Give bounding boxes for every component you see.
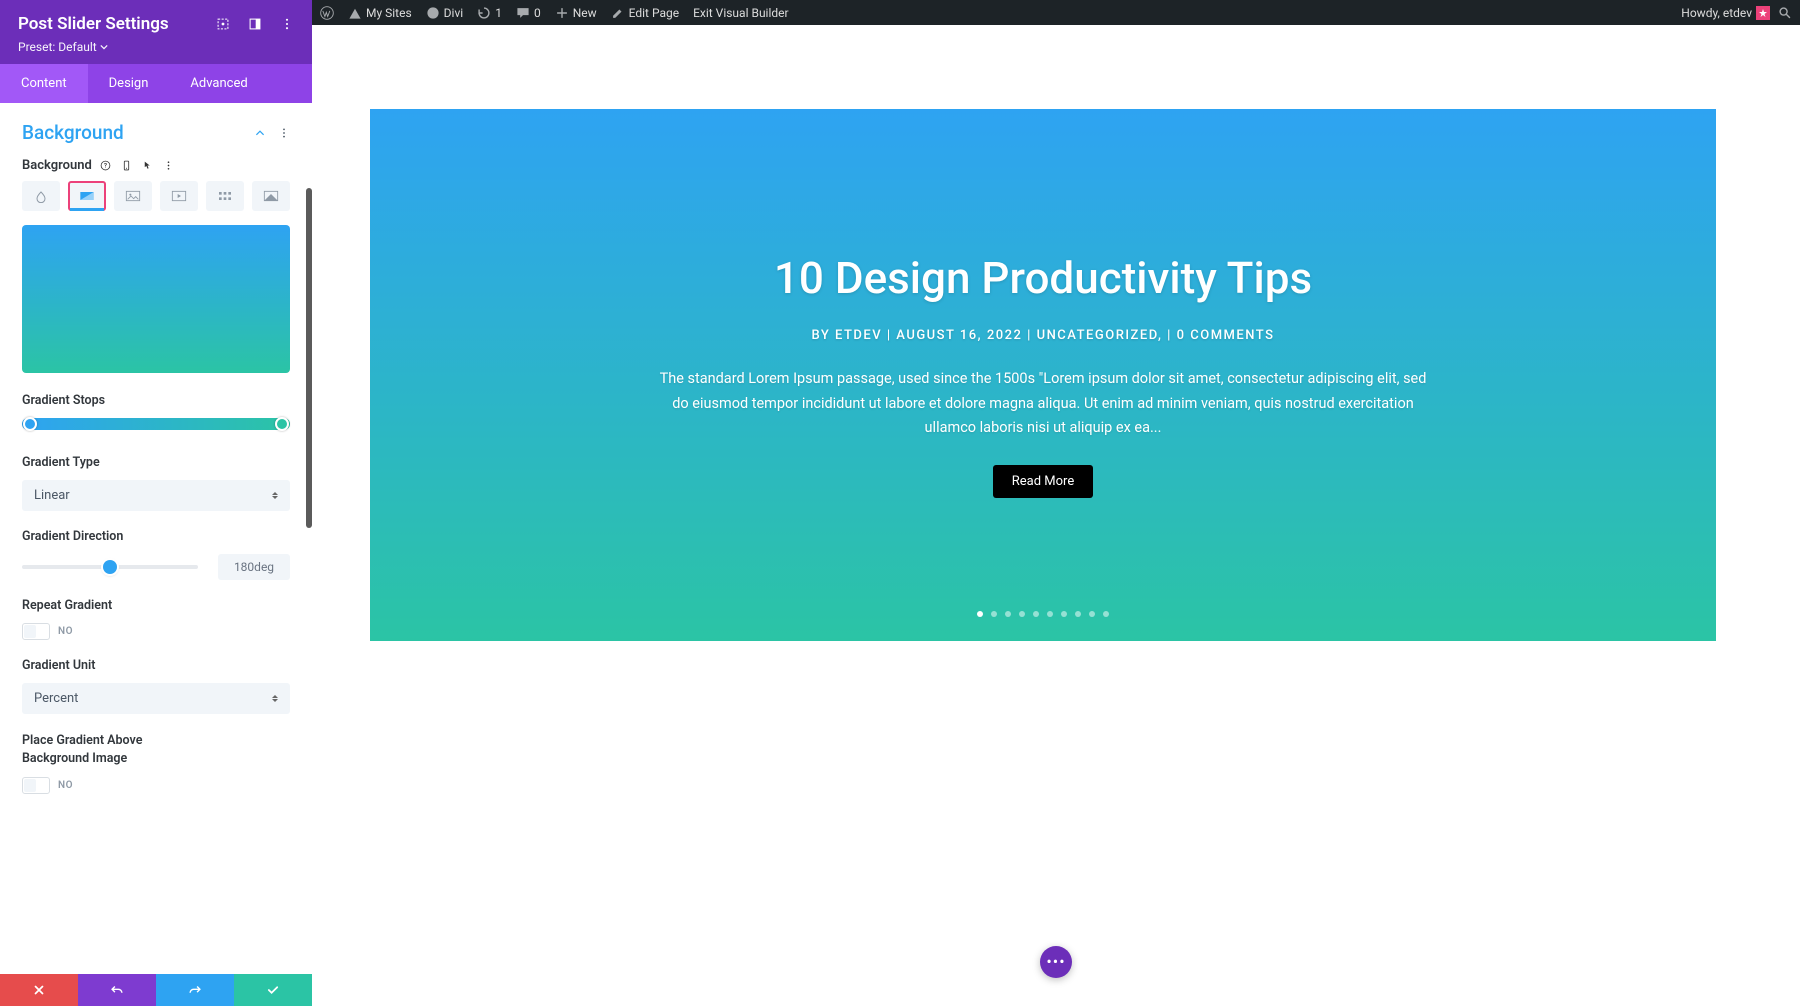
sidebar-header: Post Slider Settings Preset: Default (0, 0, 312, 64)
slider-dot[interactable] (1075, 611, 1081, 617)
range-thumb[interactable] (103, 560, 117, 574)
chevron-down-icon (100, 43, 108, 51)
slider-dot[interactable] (991, 611, 997, 617)
gradient-direction-slider[interactable] (22, 565, 198, 569)
builder-fab[interactable]: ••• (1040, 946, 1072, 978)
kebab-menu-icon[interactable] (280, 17, 294, 31)
hover-icon[interactable] (142, 160, 153, 171)
gradient-direction-value[interactable]: 180deg (218, 554, 290, 580)
canvas: 10 Design Productivity Tips BY ETDEV | A… (312, 25, 1800, 1006)
section-title-background[interactable]: Background (22, 121, 124, 144)
slider-dot[interactable] (1033, 611, 1039, 617)
repeat-gradient-label: Repeat Gradient (22, 598, 290, 613)
gradient-unit-select[interactable]: Percent (22, 683, 290, 714)
ellipsis-icon: ••• (1046, 954, 1065, 970)
kebab-menu-icon[interactable] (278, 127, 290, 139)
wp-logo[interactable] (320, 6, 334, 20)
divi-link[interactable]: Divi (426, 6, 464, 20)
help-icon[interactable]: ? (100, 160, 111, 171)
preset-selector[interactable]: Preset: Default (18, 40, 294, 54)
redo-button[interactable] (156, 974, 234, 1006)
slider-dot[interactable] (1089, 611, 1095, 617)
comments-link[interactable]: 0 (516, 6, 541, 20)
target-icon[interactable] (216, 17, 230, 31)
undo-button[interactable] (78, 974, 156, 1006)
gradient-direction-label: Gradient Direction (22, 529, 290, 544)
bg-tab-video[interactable] (160, 181, 198, 211)
phone-icon[interactable] (121, 160, 132, 171)
kebab-menu-icon[interactable] (163, 160, 174, 171)
slider-dot[interactable] (977, 611, 983, 617)
howdy-user[interactable]: Howdy, etdev (1681, 6, 1770, 20)
user-avatar-icon (1756, 6, 1770, 20)
bg-tab-color[interactable] (22, 181, 60, 211)
my-sites-link[interactable]: My Sites (348, 6, 412, 20)
edit-page-link[interactable]: Edit Page (611, 6, 679, 20)
background-field-label: Background ? (22, 158, 290, 173)
wp-admin-bar: My Sites Divi 1 0 New Edit Page Exit Vis… (312, 0, 1800, 25)
background-type-tabs (22, 181, 290, 211)
select-caret-icon (272, 695, 278, 702)
slider-dot[interactable] (1005, 611, 1011, 617)
svg-text:?: ? (104, 163, 107, 170)
revisions-link[interactable]: 1 (477, 6, 502, 20)
bg-tab-image[interactable] (114, 181, 152, 211)
gradient-stop-handle-start[interactable] (23, 417, 37, 431)
bg-tab-gradient[interactable] (68, 181, 106, 211)
cancel-button[interactable] (0, 974, 78, 1006)
sidebar-footer (0, 974, 312, 1006)
gradient-stop-handle-end[interactable] (275, 417, 289, 431)
read-more-button[interactable]: Read More (993, 465, 1093, 498)
slider-dot[interactable] (1103, 611, 1109, 617)
settings-tabs: Content Design Advanced (0, 64, 312, 103)
bg-tab-pattern[interactable] (206, 181, 244, 211)
gradient-type-label: Gradient Type (22, 455, 290, 470)
place-above-label: Place Gradient Above Background Image (22, 732, 172, 767)
dock-icon[interactable] (248, 17, 262, 31)
gradient-type-select[interactable]: Linear (22, 480, 290, 511)
slide-body: The standard Lorem Ipsum passage, used s… (653, 367, 1433, 441)
gradient-stops-label: Gradient Stops (22, 393, 290, 408)
bg-tab-mask[interactable] (252, 181, 290, 211)
gradient-unit-label: Gradient Unit (22, 658, 290, 673)
panel-body: Background Background ? Gradient (0, 103, 312, 974)
slider-dots (977, 611, 1109, 617)
save-button[interactable] (234, 974, 312, 1006)
gradient-preview[interactable] (22, 225, 290, 373)
slider-dot[interactable] (1061, 611, 1067, 617)
tab-design[interactable]: Design (88, 64, 170, 103)
slide-title: 10 Design Productivity Tips (774, 252, 1312, 304)
settings-sidebar: Post Slider Settings Preset: Default Con… (0, 0, 312, 1006)
tab-advanced[interactable]: Advanced (169, 64, 268, 103)
slide-meta: BY ETDEV | AUGUST 16, 2022 | UNCATEGORIZ… (811, 328, 1274, 343)
exit-vb-link[interactable]: Exit Visual Builder (693, 6, 789, 20)
slider-dot[interactable] (1019, 611, 1025, 617)
select-caret-icon (272, 492, 278, 499)
place-above-toggle[interactable] (22, 777, 50, 794)
chevron-up-icon[interactable] (254, 127, 266, 139)
tab-content[interactable]: Content (0, 64, 88, 103)
slider-dot[interactable] (1047, 611, 1053, 617)
panel-title: Post Slider Settings (18, 14, 169, 34)
repeat-gradient-toggle[interactable] (22, 623, 50, 640)
new-link[interactable]: New (555, 6, 597, 20)
gradient-stops-track[interactable] (22, 418, 290, 430)
post-slider[interactable]: 10 Design Productivity Tips BY ETDEV | A… (370, 109, 1716, 641)
search-icon[interactable] (1778, 6, 1792, 20)
